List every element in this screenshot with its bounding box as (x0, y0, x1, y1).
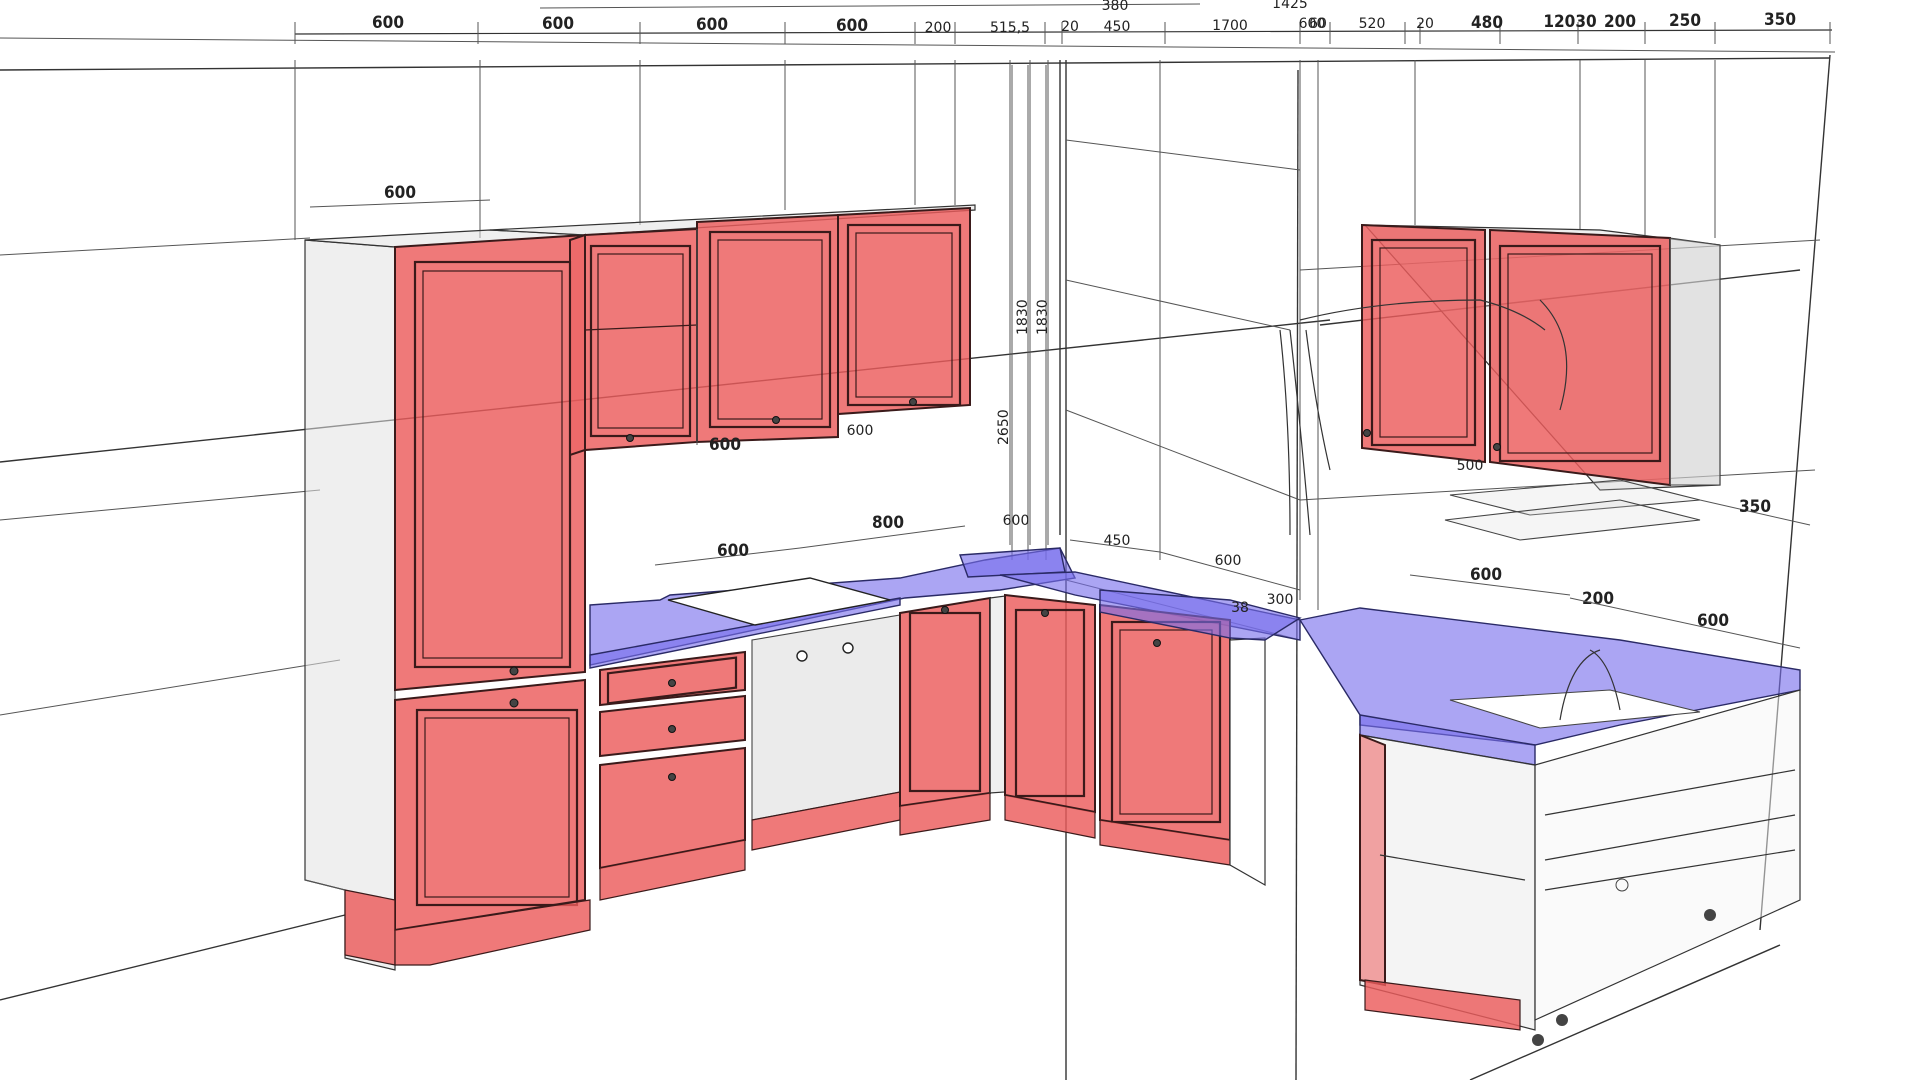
base-cabinet-knob-1[interactable] (941, 606, 949, 614)
vertical-dim-2: 1830 (1035, 299, 1051, 335)
upper-cabinet-knob-3[interactable] (909, 398, 917, 406)
drawer-knob-3[interactable] (668, 773, 676, 781)
drawer-knob-2[interactable] (668, 725, 676, 733)
oven-housing[interactable] (751, 614, 901, 821)
kitchen-3d-viewport[interactable]: 600 600 600 600 200 515,5 20 450 1700 60… (0, 0, 1920, 1080)
cab-dim-11: 350 (1739, 497, 1771, 517)
upper-cabinet-knob-2[interactable] (772, 416, 780, 424)
top-dim-6: 515,5 (990, 20, 1030, 36)
upper-cabinets-right[interactable] (1279, 223, 1721, 541)
top-dim-12: 520 (1359, 16, 1386, 32)
top-dim-14: 480 (1471, 13, 1503, 33)
top-dim-9: 1700 (1212, 18, 1248, 34)
top-dim-18: 350 (1764, 10, 1796, 30)
cab-dim-13: 600 (847, 423, 874, 439)
tall-cabinet-knob-top[interactable] (509, 666, 519, 676)
top-dim-15: 12030 (1543, 12, 1596, 32)
island-foot-3 (1556, 1014, 1568, 1026)
vertical-dim-3: 2650 (996, 409, 1012, 445)
top-dim-upper-2: 1425 (1272, 0, 1308, 12)
cab-dim-1: 600 (384, 183, 416, 203)
upper-cabinet-knob-1[interactable] (626, 434, 634, 442)
vertical-dim-1: 1830 (1015, 299, 1031, 335)
cab-dim-3: 600 (717, 541, 749, 561)
cab-dim-7: 600 (1215, 553, 1242, 569)
kitchen-island[interactable] (1298, 607, 1801, 1046)
cab-dim-12: 500 (1457, 458, 1484, 474)
top-dim-3: 600 (696, 15, 728, 35)
tall-cabinet[interactable] (304, 229, 591, 971)
top-dim-7: 20 (1061, 19, 1079, 35)
corner-cabinet-knob-1[interactable] (1041, 609, 1049, 617)
base-cabinets-corner[interactable] (1004, 589, 1302, 887)
corner-cabinet-knob-2[interactable] (1153, 639, 1161, 647)
oven-knob-2[interactable] (842, 642, 854, 654)
island-foot-2 (1704, 909, 1716, 921)
island-foot-4 (1532, 1034, 1544, 1046)
cab-dim-2: 600 (709, 435, 741, 455)
top-dimension-chain: 600 600 600 600 200 515,5 20 450 1700 60… (294, 0, 1833, 44)
tall-cabinet-knob-bottom[interactable] (509, 698, 519, 708)
vertical-dimensions: 1830 1830 2650 (996, 65, 1051, 560)
small-label-1: 38 (1231, 600, 1249, 616)
cab-dim-8: 600 (1470, 565, 1502, 585)
right-upper-knob-1[interactable] (1363, 429, 1371, 437)
top-dim-4: 600 (836, 16, 868, 36)
kitchen-drawing: 600 600 600 600 200 515,5 20 450 1700 60… (0, 0, 1836, 1080)
cab-dim-4: 800 (872, 513, 904, 533)
top-dim-upper-1: 380 (1102, 0, 1129, 14)
drawer-knob-1[interactable] (668, 679, 676, 687)
small-label-2: 300 (1267, 592, 1294, 608)
right-upper-knob-2[interactable] (1493, 443, 1501, 451)
top-dim-1: 600 (372, 13, 404, 33)
cab-dim-10: 600 (1697, 611, 1729, 631)
top-dim-5: 200 (925, 20, 952, 36)
cab-dim-6: 450 (1104, 533, 1131, 549)
oven-knob-1[interactable] (796, 650, 808, 662)
top-dim-17: 250 (1669, 11, 1701, 31)
top-dim-8: 450 (1104, 19, 1131, 35)
top-dim-2: 600 (542, 14, 574, 34)
top-dim-13: 20 (1416, 16, 1434, 32)
top-dim-16: 200 (1604, 12, 1636, 32)
cab-dim-9: 200 (1582, 589, 1614, 609)
cab-dim-5: 600 (1003, 513, 1030, 529)
top-dim-11: 60 (1309, 16, 1327, 32)
